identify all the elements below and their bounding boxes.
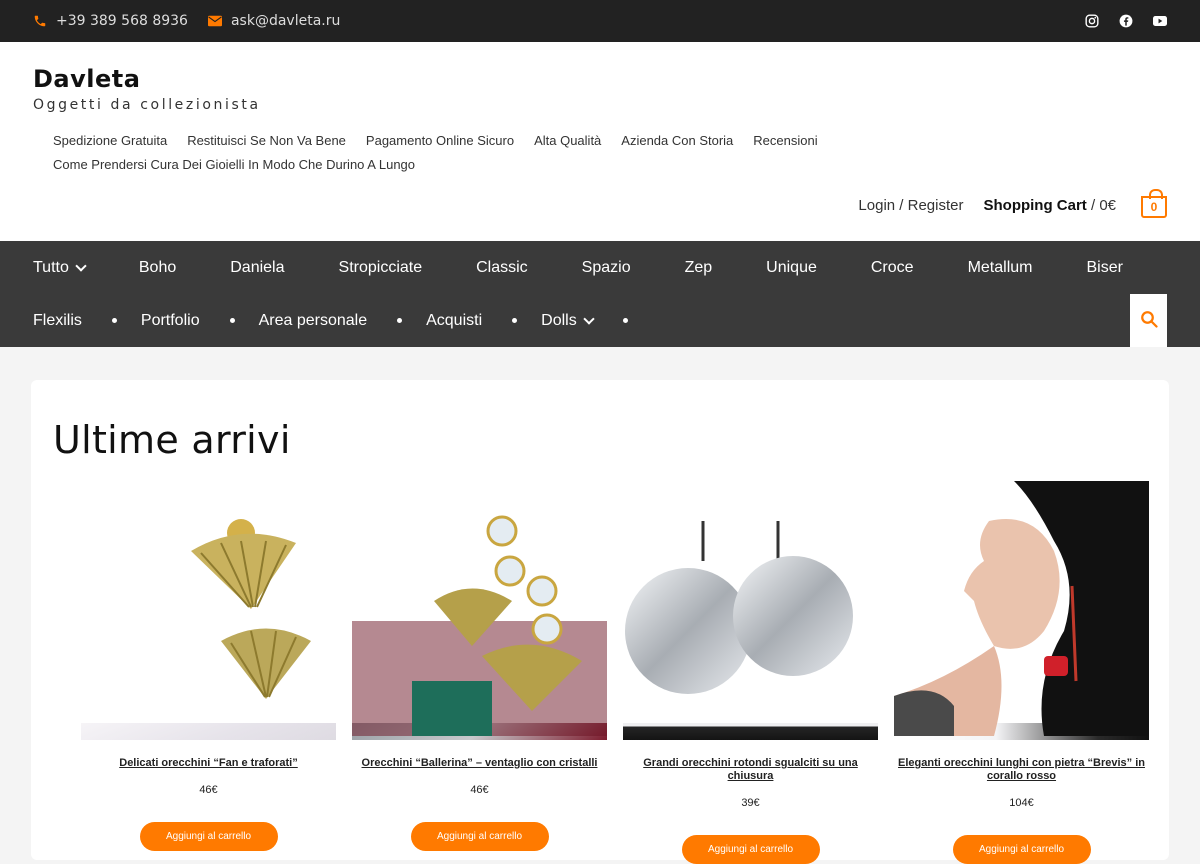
nav-item-area-personale[interactable]: Area personale xyxy=(259,312,368,330)
nav-separator xyxy=(622,318,628,323)
nav-separator xyxy=(512,318,518,323)
product-price: 46€ xyxy=(470,784,489,796)
product-card: Eleganti orecchini lunghi con pietra “Br… xyxy=(894,481,1149,864)
toplink-restituisci[interactable]: Restituisci Se Non Va Bene xyxy=(187,133,346,148)
product-grid: Delicati orecchini “Fan e traforati” 46€… xyxy=(81,481,1149,864)
nav-item-unique[interactable]: Unique xyxy=(766,259,817,277)
nav-item-zep[interactable]: Zep xyxy=(685,259,713,277)
brand: Davleta Oggetti da collezionista xyxy=(33,42,1167,113)
product-card: Orecchini “Ballerina” – ventaglio con cr… xyxy=(352,481,607,864)
product-image[interactable] xyxy=(894,481,1149,740)
toplink-cura-gioielli[interactable]: Come Prendersi Cura Dei Gioielli In Modo… xyxy=(53,157,415,172)
product-image[interactable] xyxy=(352,515,607,740)
nav-item-portfolio[interactable]: Portfolio xyxy=(141,312,200,330)
nav-label: Dolls xyxy=(541,311,577,329)
product-price: 104€ xyxy=(1009,797,1034,809)
nav-item-tutto[interactable]: Tutto xyxy=(33,258,87,277)
email-address: ask@davleta.ru xyxy=(230,13,341,29)
product-price: 46€ xyxy=(199,784,218,796)
nav-label: Tutto xyxy=(33,258,69,276)
site-tagline: Oggetti da collezionista xyxy=(33,97,261,113)
toplink-pagamento[interactable]: Pagamento Online Sicuro xyxy=(366,133,514,148)
cart-total: / 0€ xyxy=(1086,196,1116,214)
earring-ballerina-illustration xyxy=(352,515,607,736)
product-card: Delicati orecchini “Fan e traforati” 46€… xyxy=(81,481,336,864)
youtube-icon[interactable] xyxy=(1153,14,1167,28)
nav-item-classic[interactable]: Classic xyxy=(476,259,528,277)
main-navigation: Tutto Boho Daniela Stropicciate Classic … xyxy=(0,241,1200,347)
product-price: 39€ xyxy=(741,797,760,809)
woman-profile-illustration xyxy=(894,481,1149,736)
toplink-spedizione[interactable]: Spedizione Gratuita xyxy=(53,133,167,148)
toplink-azienda[interactable]: Azienda Con Storia xyxy=(621,133,733,148)
header-account-area: Login / Register Shopping Cart / 0€ 0 xyxy=(858,189,1167,218)
email-link[interactable]: ask@davleta.ru xyxy=(207,13,341,29)
product-card: Grandi orecchini rotondi sgualciti su un… xyxy=(623,481,878,864)
nav-item-boho[interactable]: Boho xyxy=(139,259,176,277)
envelope-icon xyxy=(207,15,222,27)
nav-item-metallum[interactable]: Metallum xyxy=(968,259,1033,277)
product-image[interactable] xyxy=(81,519,336,740)
nav-item-acquisti[interactable]: Acquisti xyxy=(426,312,482,330)
cart-label: Shopping Cart xyxy=(983,196,1087,214)
nav-item-croce[interactable]: Croce xyxy=(871,259,914,277)
nav-item-flexilis[interactable]: Flexilis xyxy=(33,312,82,330)
site-header: Davleta Oggetti da collezionista Spedizi… xyxy=(0,42,1200,241)
top-links-menu: Spedizione Gratuita Restituisci Se Non V… xyxy=(53,133,853,172)
cart-bag-icon[interactable]: 0 xyxy=(1141,189,1167,218)
nav-item-biser[interactable]: Biser xyxy=(1086,259,1122,277)
toplink-recensioni[interactable]: Recensioni xyxy=(753,133,817,148)
product-image[interactable] xyxy=(623,521,878,740)
instagram-icon[interactable] xyxy=(1085,14,1099,28)
nav-item-spazio[interactable]: Spazio xyxy=(582,259,631,277)
search-button[interactable] xyxy=(1130,294,1167,347)
chevron-down-icon xyxy=(583,312,595,325)
login-register-link[interactable]: Login / Register xyxy=(858,197,963,214)
facebook-icon[interactable] xyxy=(1119,14,1133,28)
nav-item-stropicciate[interactable]: Stropicciate xyxy=(339,259,423,277)
phone-icon xyxy=(33,14,47,28)
chevron-down-icon xyxy=(75,259,87,272)
add-to-cart-button[interactable]: Aggiungi al carrello xyxy=(410,822,549,851)
shopping-cart-link[interactable]: Shopping Cart / 0€ xyxy=(983,197,1116,214)
nav-row-2: Flexilis Portfolio Area personale Acquis… xyxy=(33,294,1167,347)
earring-fan-illustration xyxy=(191,519,311,699)
toplink-qualita[interactable]: Alta Qualità xyxy=(534,133,601,148)
earring-round-illustration xyxy=(625,521,853,694)
product-name[interactable]: Eleganti orecchini lunghi con pietra “Br… xyxy=(894,757,1149,783)
nav-row-1: Tutto Boho Daniela Stropicciate Classic … xyxy=(33,241,1167,294)
site-title[interactable]: Davleta xyxy=(33,64,1167,94)
nav-item-daniela[interactable]: Daniela xyxy=(230,259,284,277)
social-links xyxy=(1085,14,1167,28)
nav-separator xyxy=(229,318,235,323)
add-to-cart-button[interactable]: Aggiungi al carrello xyxy=(139,822,278,851)
product-name[interactable]: Delicati orecchini “Fan e traforati” xyxy=(81,757,336,770)
nav-separator xyxy=(111,318,117,323)
product-name[interactable]: Grandi orecchini rotondi sgualciti su un… xyxy=(623,757,878,783)
latest-arrivals-section: Ultime arrivi Delicati orecchini “Fan e … xyxy=(31,380,1169,864)
search-icon xyxy=(1140,310,1158,332)
cart-count: 0 xyxy=(1150,200,1158,214)
nav-separator xyxy=(397,318,403,323)
product-name[interactable]: Orecchini “Ballerina” – ventaglio con cr… xyxy=(352,757,607,770)
phone-link[interactable]: +39 389 568 8936 xyxy=(33,13,188,29)
top-bar: +39 389 568 8936 ask@davleta.ru xyxy=(0,0,1200,42)
nav-item-dolls[interactable]: Dolls xyxy=(541,311,595,330)
section-title: Ultime arrivi xyxy=(53,418,291,462)
phone-number: +39 389 568 8936 xyxy=(56,13,188,29)
